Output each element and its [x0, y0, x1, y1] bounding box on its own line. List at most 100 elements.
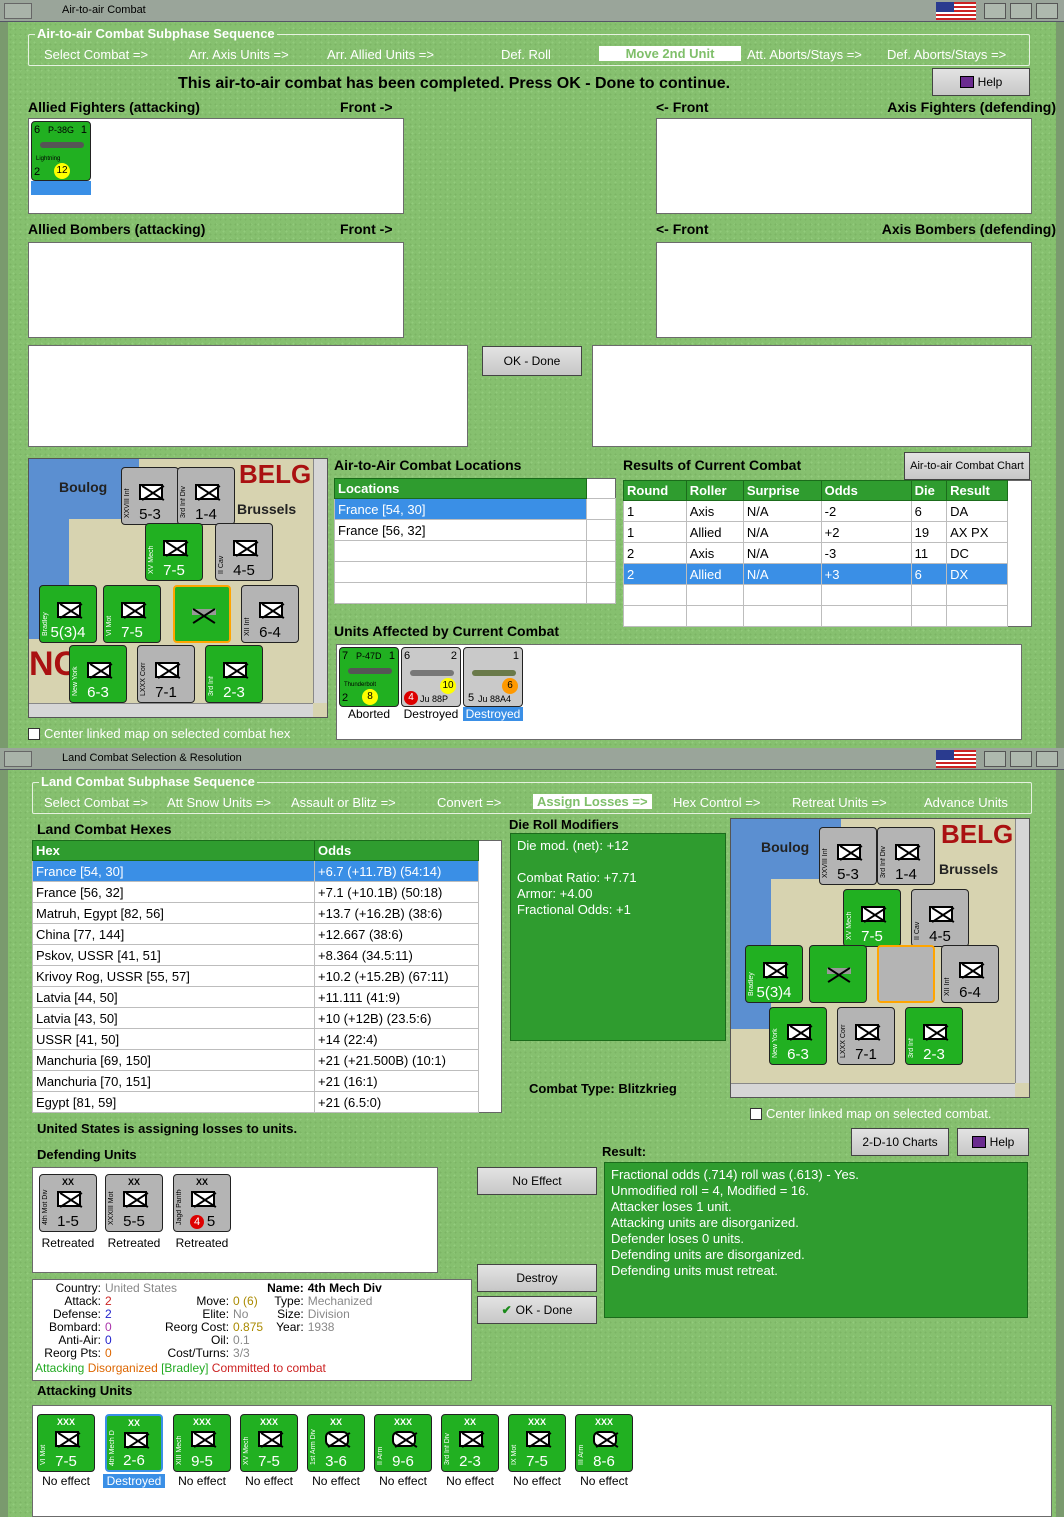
close-button[interactable]	[1036, 751, 1058, 767]
defender-counter[interactable]: XX Jagd Panther 4 5	[173, 1174, 231, 1232]
map-selected-p38g[interactable]	[173, 585, 231, 643]
p47d-counter[interactable]: 7 P-47D 1 Thunderbolt 2 8	[339, 647, 399, 707]
seq-select-combat[interactable]: Select Combat =>	[44, 795, 148, 810]
ju88p-counter[interactable]: 6 2 4 Ju 88P 10	[401, 647, 461, 707]
seq-select-combat[interactable]: Select Combat =>	[44, 47, 148, 62]
hex-row[interactable]: France [56, 32] +7.1 (+10.1B) (50:18)	[32, 881, 502, 903]
land-help-button[interactable]: Help	[957, 1128, 1029, 1156]
window-menu-icon[interactable]	[4, 751, 32, 767]
map-vscroll[interactable]	[1015, 819, 1029, 1083]
attacker-counter[interactable]: XX 1st Arm Div 3-6	[307, 1414, 365, 1472]
axis-fighters-box[interactable]	[656, 118, 1032, 214]
axis-bombers-box[interactable]	[656, 242, 1032, 338]
map-unit[interactable]: Bradley 5(3)4	[39, 585, 97, 643]
land-center-map-checkbox[interactable]: Center linked map on selected combat.	[750, 1106, 991, 1121]
maximize-button[interactable]	[1010, 3, 1032, 19]
checkbox-icon[interactable]	[750, 1108, 762, 1120]
map-unit[interactable]: 3rd Inf 2-3	[205, 645, 263, 703]
land-ok-done-button[interactable]: ✔ OK - Done	[477, 1296, 597, 1324]
location-row[interactable]: France [56, 32]	[334, 519, 616, 541]
attacker-counter[interactable]: XXX III Arm 8-6	[575, 1414, 633, 1472]
attacker-counter[interactable]: XXX XIII Mech 9-5	[173, 1414, 231, 1472]
combat-chart-button[interactable]: Air-to-air Combat Chart	[904, 452, 1030, 480]
hex-row[interactable]: Pskov, USSR [41, 51] +8.364 (34.5:11)	[32, 944, 502, 966]
hex-row[interactable]: Latvia [43, 50] +10 (+12B) (23.5:6)	[32, 1007, 502, 1029]
minimize-button[interactable]	[984, 751, 1006, 767]
seq-assault-blitz[interactable]: Assault or Blitz =>	[291, 795, 396, 810]
seq-retreat-units[interactable]: Retreat Units =>	[792, 795, 887, 810]
hex-row[interactable]: Latvia [44, 50] +11.111 (41:9)	[32, 986, 502, 1008]
hex-row[interactable]: Krivoy Rog, USSR [55, 57] +10.2 (+15.2B) …	[32, 965, 502, 987]
hex-row[interactable]: Egypt [81, 59] +21 (6.5:0)	[32, 1091, 502, 1113]
no-effect-button[interactable]: No Effect	[477, 1167, 597, 1195]
charts-button[interactable]: 2-D-10 Charts	[851, 1128, 949, 1156]
map-unit[interactable]: 3rd Inf Div 1-4	[877, 827, 935, 885]
hex-row[interactable]: France [54, 30] +6.7 (+11.7B) (54:14)	[32, 860, 502, 882]
destroy-button[interactable]: Destroy	[477, 1264, 597, 1292]
air-window-titlebar[interactable]: Air-to-air Combat	[0, 0, 1064, 22]
map-hscroll[interactable]	[731, 1083, 1015, 1097]
seq-assign-losses[interactable]: Assign Losses =>	[533, 794, 652, 809]
map-unit[interactable]: Bradley 5(3)4	[745, 945, 803, 1003]
map-unit[interactable]: XII Inf 6-4	[941, 945, 999, 1003]
air-linked-map[interactable]: BELG Boulog Brussels NC XXVIII Inf 5-3 3r…	[28, 458, 328, 718]
seq-hex-control[interactable]: Hex Control =>	[673, 795, 760, 810]
hex-row[interactable]: USSR [41, 50] +14 (22:4)	[32, 1028, 502, 1050]
checkbox-icon[interactable]	[28, 728, 40, 740]
seq-att-snow[interactable]: Att Snow Units =>	[167, 795, 271, 810]
hex-row[interactable]: Manchuria [70, 151] +21 (16:1)	[32, 1070, 502, 1092]
attacker-counter[interactable]: XXX XV Mech 7-5	[240, 1414, 298, 1472]
defender-counter[interactable]: XX 4th Mot Div 1-5	[39, 1174, 97, 1232]
ju88a4-counter[interactable]: 1 5 Ju 88A4 6	[463, 647, 523, 707]
allied-bombers-box[interactable]	[28, 242, 404, 338]
p38g-counter[interactable]: 6 P-38G 1 Lightning 2 12	[31, 121, 91, 181]
hex-row[interactable]: Matruh, Egypt [82, 56] +13.7 (+16.2B) (38…	[32, 902, 502, 924]
land-linked-map[interactable]: BELG Boulog Brussels XXVIII Inf 5-3 3rd I…	[730, 818, 1030, 1098]
attacker-counter[interactable]: XXX IX Mot 7-5	[508, 1414, 566, 1472]
map-unit[interactable]: II Cav 4-5	[911, 889, 969, 947]
map-selected-p38g[interactable]	[809, 945, 867, 1003]
map-unit[interactable]: LXXX Corr 7-1	[837, 1007, 895, 1065]
locations-table[interactable]: Locations France [54, 30] France [56, 32…	[334, 478, 616, 604]
map-unit[interactable]: 3rd Inf 2-3	[905, 1007, 963, 1065]
map-vscroll[interactable]	[313, 459, 327, 703]
window-menu-icon[interactable]	[4, 3, 32, 19]
seq-move-2nd-unit[interactable]: Move 2nd Unit	[599, 46, 741, 61]
attacker-counter[interactable]: XXX II Arm 9-6	[374, 1414, 432, 1472]
map-unit[interactable]: XXVIII Inf 5-3	[819, 827, 877, 885]
seq-def-roll[interactable]: Def. Roll	[501, 47, 551, 62]
close-button[interactable]	[1036, 3, 1058, 19]
allied-fighters-box[interactable]: 6 P-38G 1 Lightning 2 12	[28, 118, 404, 214]
hexes-table[interactable]: Hex Odds France [54, 30] +6.7 (+11.7B) (5…	[32, 840, 502, 1113]
map-unit[interactable]: New York 6-3	[69, 645, 127, 703]
map-combat-hex[interactable]	[877, 945, 935, 1003]
map-unit[interactable]: 3rd Inf Div 1-4	[177, 467, 235, 525]
seq-arr-allied[interactable]: Arr. Allied Units =>	[327, 47, 434, 62]
seq-arr-axis[interactable]: Arr. Axis Units =>	[189, 47, 289, 62]
map-unit[interactable]: XV Mech 7-5	[145, 523, 203, 581]
map-unit[interactable]: XXVIII Inf 5-3	[121, 467, 179, 525]
location-row[interactable]: France [54, 30]	[334, 498, 616, 520]
land-window-titlebar[interactable]: Land Combat Selection & Resolution	[0, 748, 1064, 770]
map-unit[interactable]: XV Mech 7-5	[843, 889, 901, 947]
hex-row[interactable]: China [77, 144] +12.667 (38:6)	[32, 923, 502, 945]
maximize-button[interactable]	[1010, 751, 1032, 767]
map-unit[interactable]: New York 6-3	[769, 1007, 827, 1065]
attacker-counter[interactable]: XX 3rd Inf Div 2-3	[441, 1414, 499, 1472]
attacker-counter[interactable]: XXX VI Mot 7-5	[37, 1414, 95, 1472]
map-unit[interactable]: XII Inf 6-4	[241, 585, 299, 643]
map-hscroll[interactable]	[29, 703, 313, 717]
seq-advance-units[interactable]: Advance Units	[924, 795, 1008, 810]
attacker-counter[interactable]: XX 4th Mech Div 2-6	[105, 1414, 163, 1472]
minimize-button[interactable]	[984, 3, 1006, 19]
defender-counter[interactable]: XX XXXIII Mot 5-5	[105, 1174, 163, 1232]
map-unit[interactable]: II Cav 4-5	[215, 523, 273, 581]
air-help-button[interactable]: Help	[932, 68, 1030, 96]
hex-row[interactable]: Manchuria [69, 150] +21 (+21.500B) (10:1)	[32, 1049, 502, 1071]
seq-def-aborts[interactable]: Def. Aborts/Stays =>	[887, 47, 1006, 62]
seq-convert[interactable]: Convert =>	[437, 795, 501, 810]
map-unit[interactable]: LXXX Corr 7-1	[137, 645, 195, 703]
seq-att-aborts[interactable]: Att. Aborts/Stays =>	[747, 47, 862, 62]
air-ok-done-button[interactable]: OK - Done	[482, 346, 582, 376]
air-center-map-checkbox[interactable]: Center linked map on selected combat hex	[28, 726, 290, 741]
